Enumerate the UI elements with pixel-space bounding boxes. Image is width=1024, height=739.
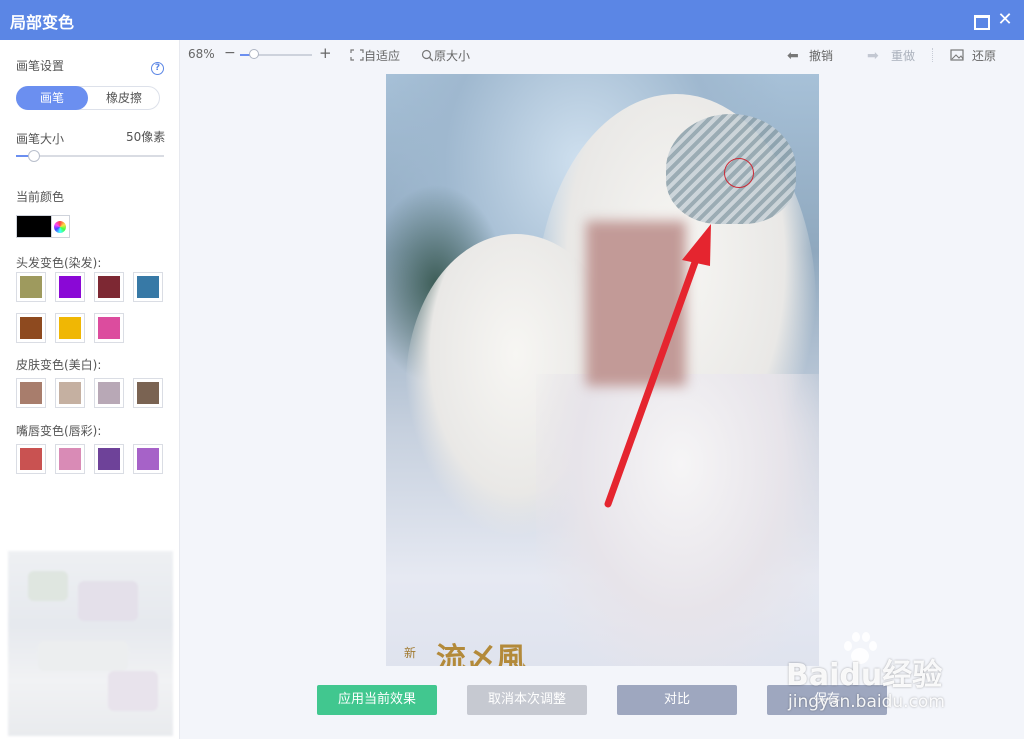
restore-button[interactable]: 还原	[950, 47, 996, 64]
lip-color-swatch[interactable]	[133, 444, 163, 474]
brush-mode-toggle: 画笔 橡皮擦	[16, 86, 160, 110]
hair-color-swatch-fill	[20, 276, 42, 298]
image-icon	[950, 49, 964, 61]
skin-color-swatch-fill	[98, 382, 120, 404]
skin-color-swatch-fill	[20, 382, 42, 404]
brush-size-label: 画笔大小	[16, 132, 65, 146]
restore-label: 还原	[972, 49, 997, 63]
hair-color-swatch[interactable]	[55, 313, 85, 343]
brush-cursor	[724, 158, 754, 188]
hair-color-swatch-fill	[137, 276, 159, 298]
lip-color-swatch-fill	[59, 448, 81, 470]
undo-button[interactable]: ⬅ 撤销	[787, 47, 833, 64]
photo-caption-small: 新	[404, 646, 417, 660]
apply-effect-button[interactable]: 应用当前效果	[317, 685, 437, 715]
original-size-label: 原大小	[434, 49, 471, 63]
fit-icon	[350, 49, 364, 61]
cancel-adjustment-button[interactable]: 取消本次调整	[467, 685, 587, 715]
hair-color-swatch-fill	[98, 317, 120, 339]
annotation-arrow-icon	[604, 224, 711, 508]
lip-color-swatch-fill	[137, 448, 159, 470]
lip-color-swatch-fill	[98, 448, 120, 470]
redo-button[interactable]: ➡ 重做	[867, 47, 915, 64]
preview-thumbnail	[8, 551, 173, 736]
hair-color-swatch-fill	[59, 276, 81, 298]
canvas-toolbar: 68% − + 自适应 原大小 ⬅ 撤销 ➡ 重做 还原	[180, 40, 1024, 70]
tab-brush[interactable]: 画笔	[16, 86, 88, 110]
photo-caption-title: 流〆風	[436, 642, 526, 666]
skin-color-swatch[interactable]	[133, 378, 163, 408]
skin-color-swatch[interactable]	[55, 378, 85, 408]
hair-color-swatch[interactable]	[94, 272, 124, 302]
title-bar: 局部变色 ✕	[0, 0, 1024, 40]
hair-color-swatch[interactable]	[16, 313, 46, 343]
brush-size-value: 50像素	[126, 130, 166, 144]
lip-color-swatch[interactable]	[55, 444, 85, 474]
close-icon[interactable]: ✕	[996, 11, 1014, 29]
skin-color-swatch-fill	[59, 382, 81, 404]
fit-button[interactable]: 自适应	[350, 47, 400, 64]
lip-color-label: 嘴唇变色(唇彩):	[16, 424, 102, 438]
redo-label: 重做	[891, 49, 916, 63]
zoom-in-button[interactable]: +	[319, 44, 332, 62]
skin-color-label: 皮肤变色(美白):	[16, 358, 102, 372]
maximize-icon[interactable]	[972, 11, 990, 30]
original-size-button[interactable]: 原大小	[421, 47, 470, 64]
hair-color-swatch[interactable]	[94, 313, 124, 343]
undo-arrow-icon: ⬅	[787, 48, 799, 64]
hair-color-swatch[interactable]	[133, 272, 163, 302]
zoom-level: 68%	[188, 47, 215, 61]
hair-color-swatch-fill	[98, 276, 120, 298]
lip-color-swatch[interactable]	[16, 444, 46, 474]
skin-color-swatch-fill	[137, 382, 159, 404]
magnifier-icon	[421, 49, 434, 62]
hair-color-swatch-fill	[59, 317, 81, 339]
lip-color-swatch[interactable]	[94, 444, 124, 474]
skin-color-swatch[interactable]	[94, 378, 124, 408]
tab-eraser[interactable]: 橡皮擦	[88, 86, 160, 110]
redo-arrow-icon: ➡	[867, 48, 879, 64]
undo-label: 撤销	[809, 49, 834, 63]
skin-color-swatch[interactable]	[16, 378, 46, 408]
brush-settings-label: 画笔设置	[16, 59, 65, 73]
hair-color-swatch[interactable]	[16, 272, 46, 302]
window-title: 局部变色	[10, 13, 75, 32]
tool-sidebar: 画笔设置 ? 画笔 橡皮擦 画笔大小 50像素 当前颜色 头发变色(染发): 皮…	[0, 40, 180, 739]
color-picker-button[interactable]	[51, 215, 70, 238]
brush-size-handle[interactable]	[27, 150, 40, 162]
help-icon[interactable]: ?	[151, 62, 164, 75]
toolbar-divider	[932, 48, 933, 62]
zoom-slider-handle[interactable]	[249, 49, 259, 59]
compare-button[interactable]: 对比	[617, 685, 737, 715]
color-wheel-icon	[54, 221, 66, 233]
hair-color-swatch[interactable]	[55, 272, 85, 302]
fit-label: 自适应	[364, 49, 401, 63]
editing-photo[interactable]: 新 流〆風	[386, 74, 819, 666]
current-color-swatch[interactable]	[16, 215, 52, 238]
hair-color-label: 头发变色(染发):	[16, 256, 102, 270]
save-button[interactable]: 保存	[767, 685, 887, 715]
current-color-label: 当前颜色	[16, 190, 65, 204]
lip-color-swatch-fill	[20, 448, 42, 470]
zoom-out-button[interactable]: −	[224, 45, 236, 61]
hair-color-swatch-fill	[20, 317, 42, 339]
